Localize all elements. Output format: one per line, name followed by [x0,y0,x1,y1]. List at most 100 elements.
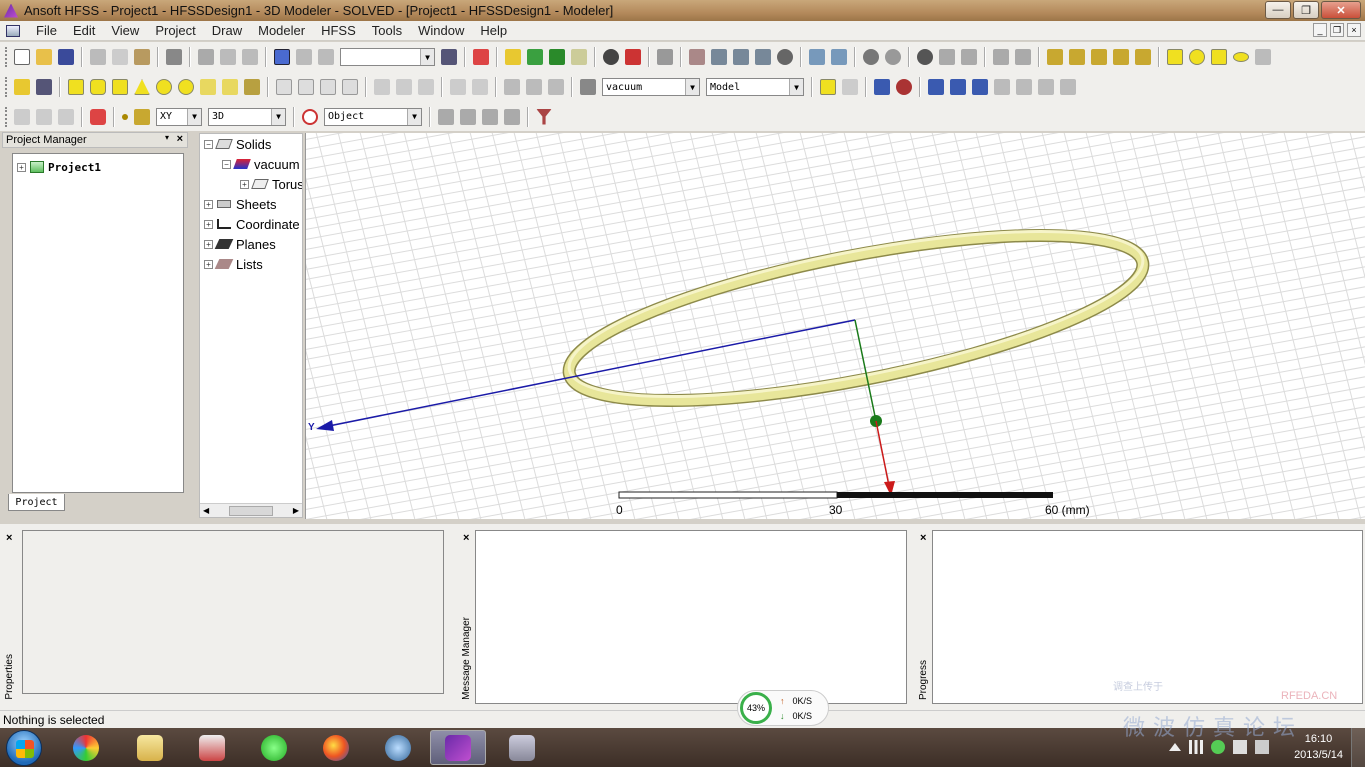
show-desktop-button[interactable] [1351,728,1365,767]
expand-icon[interactable]: + [17,162,26,172]
properties-close-button[interactable]: × [6,532,12,544]
draw-bondwire-icon[interactable] [244,79,260,95]
rotate-local-icon[interactable] [733,49,749,65]
relative-cs-icon[interactable] [950,79,966,95]
move-up-icon[interactable] [296,49,312,65]
hide-icon[interactable] [961,49,977,65]
draw-circle-icon[interactable] [1189,49,1205,65]
print-icon[interactable] [166,49,182,65]
check-icon[interactable] [527,49,543,65]
point-icon[interactable] [122,113,128,120]
toolbar-grip[interactable] [5,47,8,67]
collapse-icon[interactable]: − [222,159,231,169]
menu-draw[interactable]: Draw [204,23,250,38]
analyze-icon[interactable] [549,49,565,65]
menu-modeler[interactable]: Modeler [250,23,313,38]
design-combo[interactable]: ▼ [340,48,435,66]
select-icon[interactable] [274,49,290,65]
view-icon[interactable] [917,49,933,65]
menu-view[interactable]: View [103,23,147,38]
expand-icon[interactable]: + [204,219,213,229]
paste-icon[interactable] [134,49,150,65]
rotate-icon[interactable] [711,49,727,65]
draw-cylinder-icon[interactable] [90,79,106,95]
draw-box-icon[interactable] [68,79,84,95]
excitation-icon[interactable] [896,79,912,95]
fit-selection-icon[interactable] [885,49,901,65]
draw-spiral-icon[interactable] [222,79,238,95]
menu-hfss[interactable]: HFSS [313,23,364,38]
taskbar-app-photos[interactable] [58,730,114,765]
cover-icon[interactable] [472,79,488,95]
document-icon[interactable] [6,24,20,37]
mdi-minimize-button[interactable]: _ [1313,23,1327,37]
draw-regular-polyhedron-icon[interactable] [112,79,128,95]
coordinate-system-icon[interactable] [928,79,944,95]
select-vertex-icon[interactable] [90,108,106,125]
redo-icon[interactable] [242,49,258,65]
progress-close-button[interactable]: × [920,532,926,544]
results-icon[interactable] [571,49,587,65]
material-icon[interactable] [580,79,596,95]
report-icon[interactable] [625,49,641,65]
help-icon[interactable] [14,79,30,95]
system-clock[interactable]: 16:10 2013/5/14 [1294,731,1343,763]
draw-polygon-icon[interactable] [1211,49,1227,65]
zoom-out-icon[interactable] [831,49,847,65]
menu-edit[interactable]: Edit [65,23,103,38]
flag-icon[interactable] [1233,740,1247,754]
zoom-in-icon[interactable] [809,49,825,65]
shaded-icon[interactable] [438,108,454,125]
move-down-icon[interactable] [318,49,334,65]
taskbar-app-sync[interactable] [246,730,302,765]
scroll-thumb[interactable] [229,505,273,516]
tree-item-lists[interactable]: + Lists [204,255,263,273]
menu-file[interactable]: File [28,23,65,38]
undo-icon[interactable] [220,49,236,65]
new-file-icon[interactable] [14,49,30,65]
project-manager-close-button[interactable]: × [177,133,183,145]
orbit-icon[interactable] [755,49,771,65]
menu-tools[interactable]: Tools [364,23,410,38]
draw-sphere-icon[interactable] [156,79,172,95]
unite-icon[interactable] [276,79,292,95]
imprint-icon[interactable] [342,79,358,95]
draw-ellipse-icon[interactable] [1233,52,1249,62]
split-icon[interactable] [374,79,390,95]
mdi-close-button[interactable]: × [1347,23,1361,37]
transparent-icon[interactable] [482,108,498,125]
create-object-icon[interactable] [842,79,858,95]
tree-item-project[interactable]: + Project1 [17,158,101,176]
zoom-icon[interactable] [777,49,793,65]
volume-icon[interactable] [1255,740,1269,754]
start-button[interactable] [6,730,42,766]
draw-spline-icon[interactable] [1069,49,1085,65]
collapse-icon[interactable]: − [204,139,213,149]
draw-helix-icon[interactable] [200,79,216,95]
context-help-icon[interactable] [36,79,52,95]
plane-icon[interactable] [134,108,150,125]
show-icon[interactable] [939,49,955,65]
draw-arc-icon[interactable] [1091,49,1107,65]
draw-rectangle-icon[interactable] [1167,49,1183,65]
validate-icon[interactable] [505,49,521,65]
select-face-icon[interactable] [36,108,52,125]
draw-center-arc-icon[interactable] [1113,49,1129,65]
pan-icon[interactable] [689,49,705,65]
toolbar-grip[interactable] [5,77,8,97]
message-manager-panel[interactable] [475,530,907,704]
tree-item-sheets[interactable]: + Sheets [204,195,276,213]
toolbar-grip[interactable] [5,106,8,127]
menu-window[interactable]: Window [410,23,472,38]
draw-cone-icon[interactable] [134,79,150,95]
menu-help[interactable]: Help [472,23,515,38]
align-icon[interactable] [504,79,520,95]
hide-all-icon[interactable] [1015,49,1031,65]
expand-icon[interactable]: + [204,199,213,209]
model-combo[interactable]: Model ▼ [706,78,804,96]
record-icon[interactable] [473,49,489,65]
tree-item-planes[interactable]: + Planes [204,235,276,253]
tree-item-coordinate-systems[interactable]: + Coordinate Systems [204,215,302,233]
separate-icon[interactable] [396,79,412,95]
dimension-combo[interactable]: 3D ▼ [208,107,286,126]
